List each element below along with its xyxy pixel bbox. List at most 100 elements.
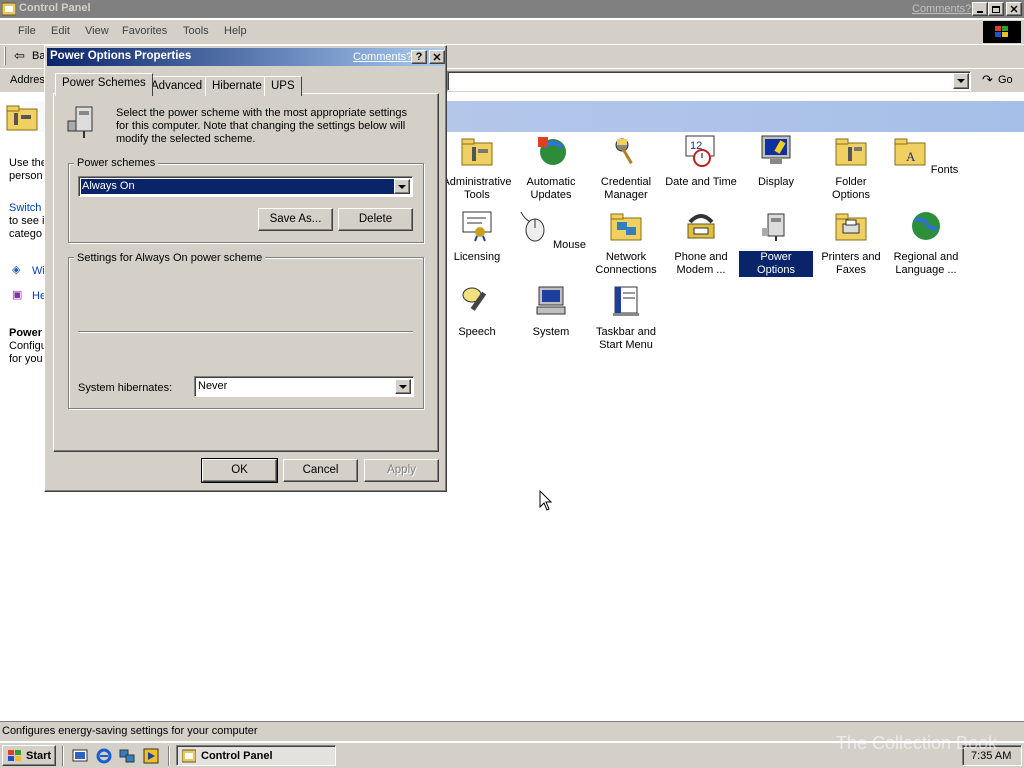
taskbar-item-control-panel[interactable]: Control Panel bbox=[176, 745, 336, 766]
licensing-icon bbox=[462, 211, 492, 242]
go-arrow-icon[interactable]: ↷ bbox=[982, 72, 993, 88]
windows-flag-icon bbox=[8, 749, 21, 761]
dialog-description: Select the power scheme with the most ap… bbox=[116, 107, 408, 145]
start-button[interactable]: Start bbox=[2, 745, 56, 766]
minimize-button[interactable] bbox=[972, 2, 988, 16]
control-panel-task-icon bbox=[182, 749, 196, 763]
cp-item-phone-and-modem[interactable]: Phone and Modem ... bbox=[664, 210, 738, 277]
left-pane-desc-2: person bbox=[9, 170, 43, 182]
menu-help[interactable]: Help bbox=[224, 25, 247, 37]
network-quick-launch-icon[interactable] bbox=[119, 748, 135, 764]
regional-language-icon bbox=[912, 212, 940, 240]
power-details-title: Power bbox=[9, 327, 43, 339]
admin-tools-icon bbox=[461, 138, 493, 166]
menu-favorites[interactable]: Favorites bbox=[122, 25, 167, 37]
cp-item-regional-and-language[interactable]: Regional and Language ... bbox=[889, 210, 963, 277]
settings-divider bbox=[78, 331, 413, 333]
dialog-comments-link[interactable]: Comments? bbox=[353, 51, 412, 63]
cp-item-display[interactable]: Display bbox=[739, 135, 813, 189]
windows-update-link[interactable]: Wi bbox=[32, 265, 45, 277]
power-scheme-select[interactable]: Always On bbox=[78, 176, 413, 197]
internet-explorer-icon[interactable] bbox=[96, 748, 112, 764]
network-connections-icon bbox=[610, 213, 642, 241]
left-pane-desc: Use the bbox=[9, 157, 47, 169]
comments-link[interactable]: Comments? bbox=[912, 3, 971, 15]
display-icon bbox=[761, 135, 791, 164]
dialog-titlebar: Power Options Properties Comments? ? ✕ bbox=[47, 48, 445, 66]
cp-item-date-and-time[interactable]: 12 Date and Time bbox=[664, 135, 738, 189]
cp-item-system[interactable]: System bbox=[514, 285, 588, 339]
printers-faxes-icon bbox=[835, 213, 867, 241]
menu-edit[interactable]: Edit bbox=[51, 25, 70, 37]
tab-ups[interactable]: UPS bbox=[264, 76, 302, 96]
folder-options-icon bbox=[835, 138, 867, 166]
mouse-icon bbox=[520, 211, 545, 242]
show-desktop-icon[interactable] bbox=[72, 748, 88, 764]
cp-item-network-connections[interactable]: Network Connections bbox=[589, 210, 663, 277]
delete-button[interactable]: Delete bbox=[338, 208, 413, 231]
menu-file[interactable]: File bbox=[18, 25, 36, 37]
system-icon bbox=[536, 286, 566, 315]
dialog-close-button[interactable]: ✕ bbox=[429, 50, 445, 64]
help-book-icon: ▣ bbox=[12, 289, 23, 301]
tab-power-schemes[interactable]: Power Schemes bbox=[55, 73, 153, 96]
switch-view-desc: to see i bbox=[9, 215, 45, 227]
cp-item-power-options[interactable]: Power Options bbox=[739, 210, 813, 277]
power-schemes-group bbox=[68, 163, 424, 243]
cp-item-credential-manager[interactable]: Credential Manager bbox=[589, 135, 663, 202]
windows-update-icon: ◈ bbox=[12, 264, 21, 276]
cp-item-automatic-updates[interactable]: Automatic Updates bbox=[514, 135, 588, 202]
save-as-button[interactable]: Save As... bbox=[258, 208, 333, 231]
restore-button[interactable] bbox=[988, 2, 1004, 16]
taskbar: Start Control Panel 7:35 AM The Collecti… bbox=[0, 733, 1024, 768]
power-details-desc: Configu bbox=[9, 340, 47, 352]
back-arrow-icon[interactable]: ⇦ bbox=[14, 48, 25, 64]
hibernate-dropdown-arrow-icon[interactable] bbox=[395, 379, 411, 394]
close-button[interactable]: ✕ bbox=[1006, 2, 1022, 16]
control-panel-folder-icon bbox=[6, 105, 38, 131]
cp-item-licensing[interactable]: Licensing bbox=[440, 210, 514, 264]
watermark-text: The Collection Book bbox=[836, 733, 998, 753]
switch-view-link[interactable]: Switch bbox=[9, 202, 41, 214]
dialog-title: Power Options Properties bbox=[50, 50, 192, 62]
ok-button[interactable]: OK bbox=[201, 458, 278, 483]
media-player-icon[interactable] bbox=[143, 748, 159, 764]
cp-item-fonts[interactable]: A Fonts bbox=[889, 135, 963, 177]
power-details-desc-2: for you bbox=[9, 353, 43, 365]
go-button[interactable]: Go bbox=[998, 74, 1013, 86]
dialog-help-button[interactable]: ? bbox=[411, 50, 427, 64]
apply-button[interactable]: Apply bbox=[364, 459, 439, 482]
power-schemes-label: Power schemes bbox=[74, 157, 159, 169]
hibernate-label: System hibernates: bbox=[78, 382, 173, 394]
menu-bar: File Edit View Favorites Tools Help bbox=[0, 20, 1024, 44]
cp-item-taskbar-and-start-menu[interactable]: Taskbar and Start Menu bbox=[589, 285, 663, 352]
selected-scheme-value: Always On bbox=[82, 180, 135, 192]
window-titlebar: Control Panel Comments? ✕ bbox=[0, 0, 1024, 18]
tab-advanced[interactable]: Advanced bbox=[144, 76, 210, 96]
credential-manager-icon bbox=[615, 138, 633, 165]
automatic-updates-icon bbox=[538, 137, 566, 165]
menu-view[interactable]: View bbox=[85, 25, 109, 37]
power-options-icon bbox=[762, 213, 785, 241]
phone-modem-icon bbox=[687, 214, 715, 239]
taskbar-start-menu-icon bbox=[613, 286, 639, 316]
switch-view-desc-2: catego bbox=[9, 228, 43, 240]
address-dropdown-button[interactable] bbox=[953, 73, 969, 89]
status-text: Configures energy-saving settings for yo… bbox=[2, 725, 258, 737]
address-input[interactable] bbox=[447, 71, 971, 91]
cp-item-folder-options[interactable]: Folder Options bbox=[814, 135, 888, 202]
menu-tools[interactable]: Tools bbox=[183, 25, 209, 37]
window-title: Control Panel bbox=[19, 2, 91, 14]
date-time-icon: 12 bbox=[685, 135, 715, 167]
control-panel-icon bbox=[2, 2, 16, 16]
cancel-button[interactable]: Cancel bbox=[283, 459, 358, 482]
cp-item-mouse[interactable]: Mouse bbox=[514, 210, 588, 252]
cp-item-speech[interactable]: Speech bbox=[440, 285, 514, 339]
cp-item-printers-and-faxes[interactable]: Printers and Faxes bbox=[814, 210, 888, 277]
cp-item-administrative-tools[interactable]: Administrative Tools bbox=[440, 135, 514, 202]
tab-hibernate[interactable]: Hibernate bbox=[205, 76, 269, 96]
scheme-settings-label: Settings for Always On power scheme bbox=[74, 252, 266, 264]
mouse-cursor-icon bbox=[539, 490, 553, 511]
hibernate-select[interactable]: Never bbox=[194, 376, 414, 397]
scheme-dropdown-arrow-icon[interactable] bbox=[394, 179, 410, 194]
